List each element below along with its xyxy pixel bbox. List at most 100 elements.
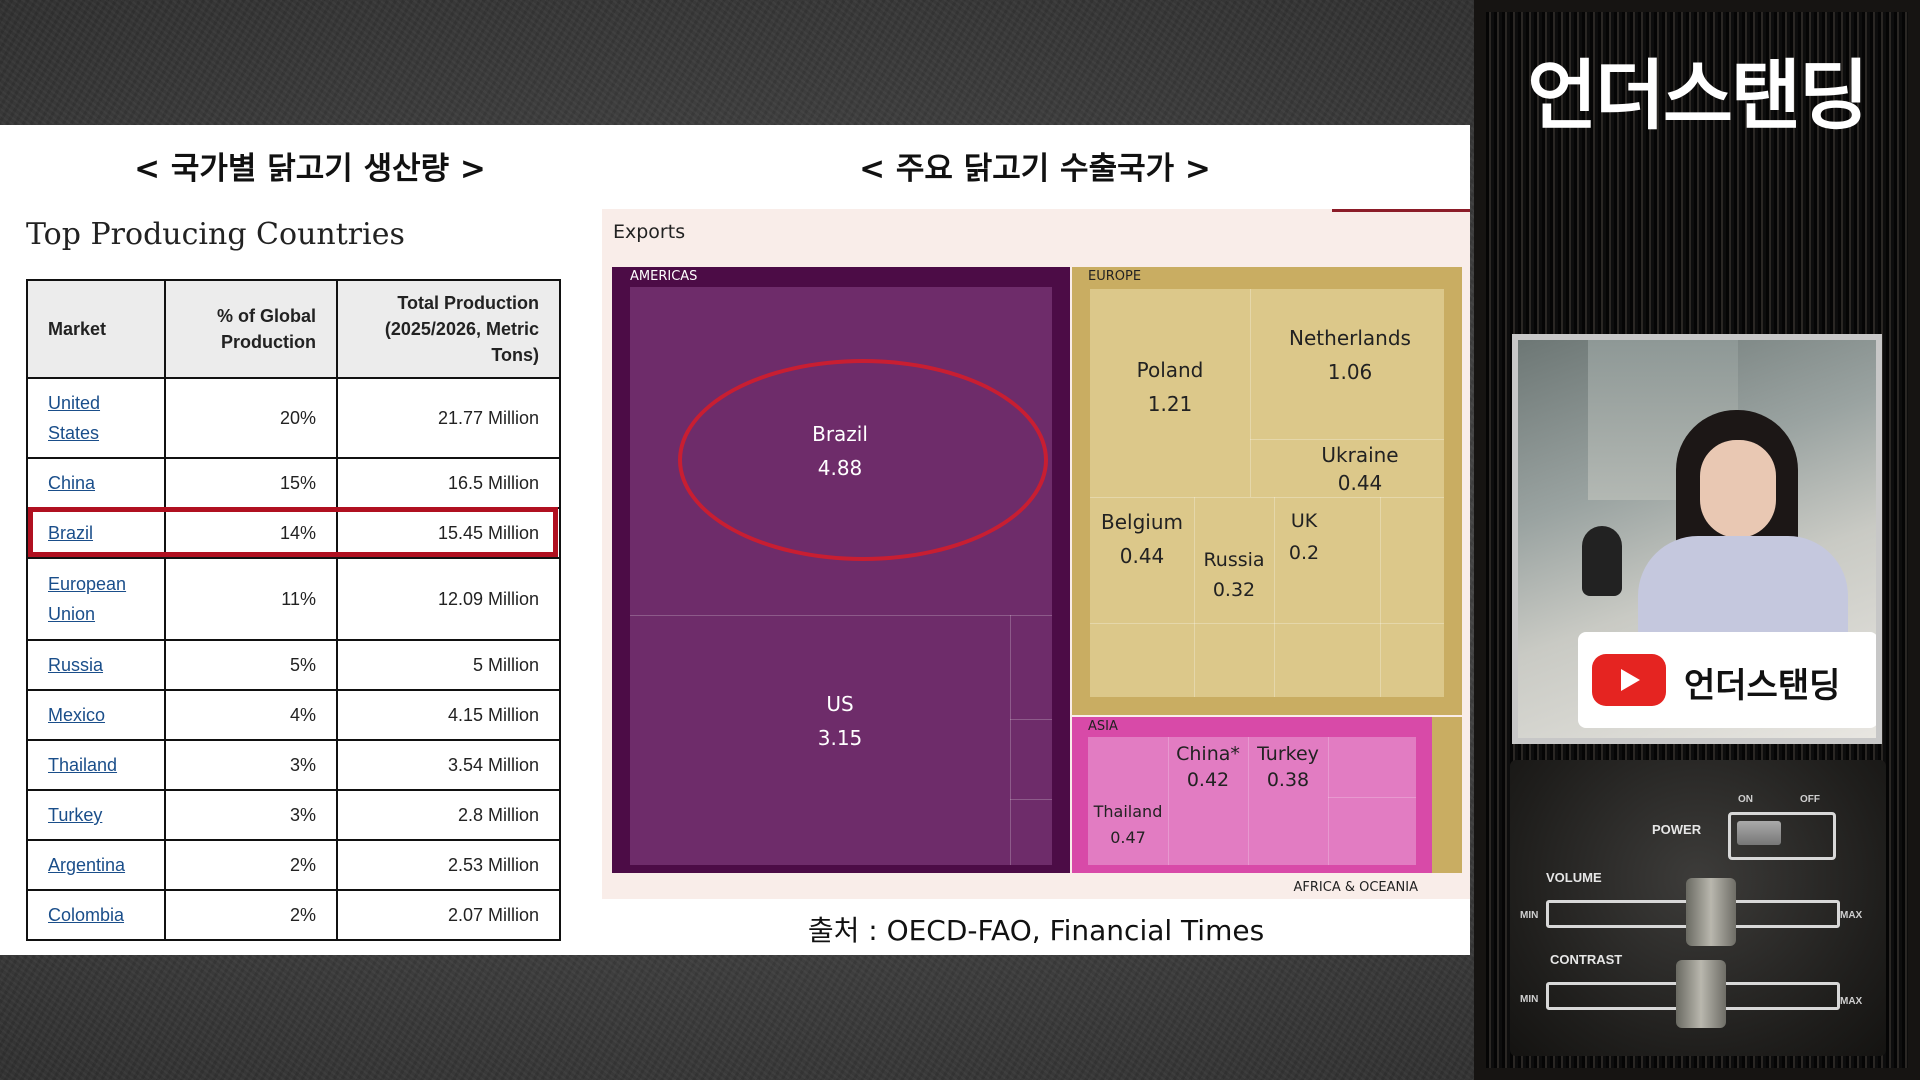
total-cell: 16.5 Million <box>336 457 561 509</box>
contrast-min-label: MIN <box>1520 994 1539 1005</box>
share-cell: 15% <box>164 457 338 509</box>
power-switch[interactable] <box>1728 812 1836 860</box>
exports-treemap: Exports AMERICAS Brazil 4.88 US 3.15 EUR… <box>602 209 1470 899</box>
country-value: 0.44 <box>1337 471 1383 495</box>
market-link[interactable]: European Union <box>48 574 126 624</box>
market-cell: Colombia <box>26 889 166 941</box>
total-cell: 21.77 Million <box>336 377 561 459</box>
contrast-label: CONTRAST <box>1550 952 1623 967</box>
market-link[interactable]: China <box>48 473 95 493</box>
tv-control-panel: ON OFF POWER VOLUME MIN MAX CONTRAST MIN… <box>1510 760 1886 1056</box>
production-table: Market % of Global Production Total Prod… <box>26 279 561 941</box>
table-row: United States 20% 21.77 Million <box>26 377 561 459</box>
country-thailand: Thailand 0.47 <box>1088 799 1168 851</box>
country-uk: UK 0.2 <box>1274 505 1334 569</box>
cell-divider <box>1090 497 1444 498</box>
country-name: Russia <box>1203 549 1265 571</box>
cell-divider <box>1328 797 1416 798</box>
market-link[interactable]: Colombia <box>48 905 124 925</box>
region-label-americas: AMERICAS <box>630 269 698 284</box>
country-value: 0.38 <box>1266 769 1310 791</box>
market-link[interactable]: Argentina <box>48 855 125 875</box>
market-link[interactable]: United States <box>48 393 100 443</box>
table-row: Mexico 4% 4.15 Million <box>26 689 561 741</box>
country-turkey: Turkey 0.38 <box>1248 741 1328 793</box>
cell-divider <box>1250 439 1444 440</box>
brazil-highlight-box <box>28 507 558 557</box>
power-on-label: ON <box>1738 794 1753 805</box>
cell-divider <box>1090 623 1444 624</box>
market-link[interactable]: Thailand <box>48 755 117 775</box>
badge-channel-name: 언더스탠딩 <box>1684 666 1841 706</box>
asia-cells: China* 0.42 Turkey 0.38 Thailand 0.47 <box>1088 737 1416 865</box>
region-label-africa-oceania: AFRICA & OCEANIA <box>1293 880 1418 895</box>
production-title: < 국가별 닭고기 생산량 > <box>134 151 486 187</box>
share-cell: 4% <box>164 689 338 741</box>
table-header-row: Market % of Global Production Total Prod… <box>26 279 561 379</box>
total-cell: 3.54 Million <box>336 739 561 791</box>
microphone <box>1582 526 1622 596</box>
share-cell: 2% <box>164 839 338 891</box>
country-name: UK <box>1290 510 1318 532</box>
country-netherlands: Netherlands 1.06 <box>1280 321 1420 389</box>
broadcast-side-panel: 언더스탠딩 언더스탠딩 ON OFF POWER VOLUME MIN MAX … <box>1474 0 1920 1080</box>
cell-divider <box>1328 737 1329 865</box>
country-russia: Russia 0.32 <box>1194 545 1274 605</box>
table-row: China 15% 16.5 Million <box>26 457 561 509</box>
share-cell: 5% <box>164 639 338 691</box>
channel-logo-text: 언더스탠딩 <box>1527 51 1869 140</box>
country-name: Thailand <box>1093 802 1163 821</box>
volume-label: VOLUME <box>1546 870 1602 885</box>
country-name: US <box>826 692 854 716</box>
contrast-max-label: MAX <box>1840 996 1863 1007</box>
total-cell: 4.15 Million <box>336 689 561 741</box>
share-cell: 20% <box>164 377 338 459</box>
share-cell: 2% <box>164 889 338 941</box>
market-cell: Argentina <box>26 839 166 891</box>
treemap-label: Exports <box>613 221 686 243</box>
header-share: % of Global Production <box>164 279 338 379</box>
power-switch-knob[interactable] <box>1737 821 1781 845</box>
power-label: POWER <box>1652 822 1702 837</box>
country-value: 0.44 <box>1119 544 1165 568</box>
country-name: Ukraine <box>1321 443 1399 467</box>
market-cell: Russia <box>26 639 166 691</box>
cell-divider <box>1010 615 1011 865</box>
table-row: Russia 5% 5 Million <box>26 639 561 691</box>
source-caption: 출처 : OECD-FAO, Financial Times <box>807 914 1265 947</box>
region-americas: AMERICAS Brazil 4.88 US 3.15 <box>612 267 1070 873</box>
region-label-europe: EUROPE <box>1088 269 1142 284</box>
market-link[interactable]: Turkey <box>48 805 102 825</box>
exports-title: < 주요 닭고기 수출국가 > <box>859 151 1211 187</box>
total-cell: 2.8 Million <box>336 789 561 841</box>
table-row: Colombia 2% 2.07 Million <box>26 889 561 941</box>
country-name: China* <box>1176 743 1240 765</box>
total-cell: 12.09 Million <box>336 557 561 641</box>
webcam-image: 언더스탠딩 <box>1518 340 1876 738</box>
volume-slider-knob[interactable] <box>1686 878 1736 946</box>
table-row: Turkey 3% 2.8 Million <box>26 789 561 841</box>
youtube-icon <box>1592 654 1666 706</box>
header-total: Total Production (2025/2026, Metric Tons… <box>336 279 561 379</box>
youtube-channel-badge: 언더스탠딩 <box>1578 632 1876 728</box>
region-label-asia: ASIA <box>1088 719 1118 734</box>
country-value: 3.15 <box>817 726 863 750</box>
country-value: 1.21 <box>1147 392 1193 416</box>
top-producing-heading: Top Producing Countries <box>26 217 405 252</box>
volume-max-label: MAX <box>1840 910 1863 921</box>
table-row: European Union 11% 12.09 Million <box>26 557 561 641</box>
country-china: China* 0.42 <box>1168 741 1248 793</box>
webcam-feed: 언더스탠딩 <box>1512 334 1882 744</box>
country-value: 1.06 <box>1327 360 1373 384</box>
country-name: Netherlands <box>1289 326 1411 350</box>
market-cell: European Union <box>26 557 166 641</box>
share-cell: 11% <box>164 557 338 641</box>
contrast-slider-knob[interactable] <box>1676 960 1726 1028</box>
market-cell: United States <box>26 377 166 459</box>
country-name: Poland <box>1136 358 1204 382</box>
market-link[interactable]: Russia <box>48 655 103 675</box>
market-link[interactable]: Mexico <box>48 705 105 725</box>
cell-divider <box>1010 719 1052 720</box>
region-asia: ASIA China* 0.42 Turkey 0.38 Thailand 0.… <box>1072 717 1432 873</box>
country-name: Belgium <box>1101 510 1183 534</box>
